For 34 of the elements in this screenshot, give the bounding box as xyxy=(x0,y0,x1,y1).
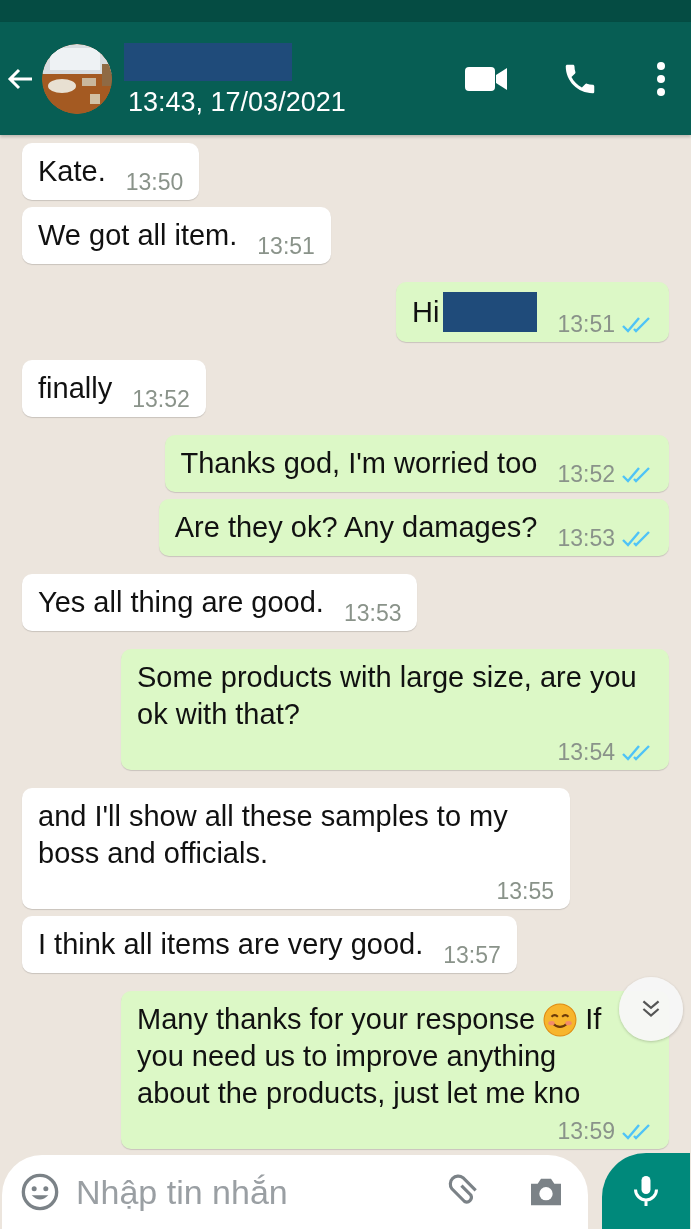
video-call-icon[interactable] xyxy=(465,64,507,93)
message-time: 13:51 xyxy=(557,311,615,338)
back-arrow-icon[interactable] xyxy=(6,66,34,91)
message-input-field[interactable]: Nhập tin nhắn xyxy=(74,1171,430,1213)
message-time: 13:52 xyxy=(557,461,615,488)
message-text: and I'll show all these samples to my boss and officials. xyxy=(38,799,509,871)
message-time: 13:53 xyxy=(557,525,615,552)
more-options-icon[interactable] xyxy=(657,61,665,96)
message-text: Many thanks for your response xyxy=(137,1002,536,1037)
message-text: Thanks god, I'm worried too xyxy=(180,446,538,481)
emoji-icon[interactable] xyxy=(20,1172,60,1212)
message-time: 13:54 xyxy=(557,739,615,766)
message-time: 13:59 xyxy=(557,1118,615,1145)
message-text: Are they ok? Any damages? xyxy=(174,510,538,545)
message-time: 13:57 xyxy=(443,942,501,969)
last-seen-text: 13:43, 17/03/2021 xyxy=(128,87,347,118)
message-time: 13:51 xyxy=(257,233,315,260)
message-text: Some products with large size, are you ok with that? xyxy=(137,660,638,732)
message-text: about the products, just let me kno xyxy=(137,1076,581,1111)
message-text: Yes all thing are good. xyxy=(38,585,324,620)
message-time: 13:53 xyxy=(343,600,402,627)
message-text: If xyxy=(585,1002,602,1037)
microphone-button[interactable] xyxy=(602,1153,690,1229)
message-text: I think all items are very good. xyxy=(38,927,424,962)
message-text: you need us to improve anything xyxy=(137,1039,557,1074)
message-text: We got all item. xyxy=(38,218,238,253)
message-time: 13:50 xyxy=(125,169,184,196)
message-text: Kate. xyxy=(38,154,106,189)
message-text: finally xyxy=(38,371,113,406)
message-time: 13:52 xyxy=(132,386,190,413)
message-text: Hi xyxy=(412,294,440,330)
message-time: 13:55 xyxy=(496,878,554,905)
message-composer-field[interactable]: Nhập tin nhắn xyxy=(2,1155,588,1229)
smiling-face-icon xyxy=(543,1002,578,1037)
